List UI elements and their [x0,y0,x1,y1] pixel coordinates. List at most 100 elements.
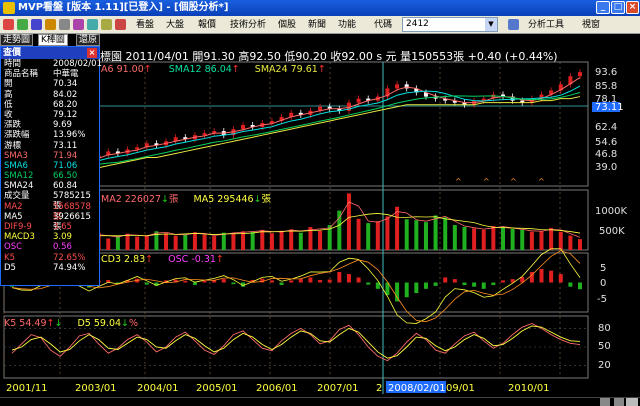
date-tick-label: 2004/01 [137,383,179,394]
legend-osc: OSC -0.31 [168,254,216,265]
osc-bar [289,280,294,283]
volume-bar [260,229,265,250]
price-tick-label: 73.11 [595,102,624,113]
legend-dif: CD3 2.83 [101,254,146,265]
panel-row-label: MACD3 [4,232,35,243]
volume-tick-label: 1000K [595,206,627,217]
legend-macd: CD3 2.83↑ OSC -0.31↑ [101,254,224,265]
candle-body [202,133,207,136]
scroll-left-button[interactable] [600,398,610,406]
panel-row-value: 60.84 [53,181,78,192]
volume-bar [231,233,236,250]
volume-bar [125,233,130,250]
quote-date: 2011/04/01 [125,50,189,63]
low-label: 低 [284,50,296,63]
volume-bar [269,233,274,250]
panel-row: 時間 2008/02/01 [1,59,102,69]
volume-bar [462,226,467,250]
osc-bar [462,282,467,286]
panel-row-value: 3.65 [53,222,72,232]
volume-bar [395,206,400,250]
legend-sma6: A6 91.00 [101,64,144,75]
up-arrow-icon: ↑ [215,254,224,265]
volume-bar [279,230,284,250]
panel-row: 開 70.34 [1,79,99,89]
panel-row-value: 73.11 [53,140,78,151]
panel-row: 收 79.12 [1,110,99,120]
panel-row-label: 游標 [4,140,22,151]
volume-bar [221,232,226,250]
osc-bar [337,271,342,283]
osc-bar [202,280,207,283]
down-arrow-icon: ↓ [253,194,262,205]
legend-price: A6 91.00↑ SMA12 86.04↑ SMA24 79.61↑ [101,64,326,75]
price-tick-label: 46.8 [595,149,617,160]
candle-body [356,98,361,103]
volume-value: 150553 [411,50,454,63]
date-tick-label: 2008/02/01 [388,383,446,394]
k-line [11,322,581,362]
panel-row-value: 71.06 [53,160,78,171]
volume-bar [539,230,544,250]
volume-bar [318,230,323,250]
panel-row-label: 成交量 [4,191,30,202]
scroll-track[interactable] [0,397,640,406]
volume-label: 量 [400,50,412,63]
down-arrow-icon: ↓ [121,318,130,329]
osc-bar [472,282,477,287]
panel-row-label: 低 [4,99,13,110]
up-arrow-icon: ↑ [231,64,240,75]
percent-icon: % [129,318,139,329]
close-icon[interactable]: × [87,48,97,58]
volume-bar [241,231,246,250]
signal-marker: ^ [455,177,462,186]
osc-bar [500,280,505,283]
date-tick-label: 09/01 [446,383,475,394]
panel-row-label: OSC [4,242,23,253]
panel-row-label: 時間 [4,59,22,69]
panel-row: OSC 0.56 [1,242,99,252]
volume-bar [183,234,188,250]
panel-row-label: SMA12 [4,171,34,182]
quote-header: 標園 2011/04/01 開91.30 高92.50 低90.20 收92.0… [100,48,558,64]
scroll-right-button[interactable] [614,398,624,406]
volume-bar [202,234,207,250]
panel-row: 商品名稱 中華電 [1,69,99,79]
panel-row-value: 84.02 [53,89,78,100]
close-label: 收 [330,50,342,63]
stock-name: 標園 [100,50,122,63]
osc-bar [404,282,409,298]
panel-row-label: 漲跌幅 [4,130,30,141]
osc-bar [269,280,274,283]
osc-bar [346,274,351,283]
price-tick-label: 85.8 [595,81,617,92]
up-arrow-icon: ↑ [317,64,326,75]
volume-bar [164,233,169,250]
panel-row: DIF9-9 3.65 [1,222,99,232]
down-arrow-icon: ↓ [54,318,63,329]
volume-bar [375,221,380,250]
date-tick-label: 2003/01 [75,383,117,394]
volume-bar [135,236,140,250]
osc-bar [318,279,323,283]
volume-bar [212,236,217,250]
osc-bar [443,277,448,283]
legend-ma2: MA2 226027 [101,194,162,205]
volume-bar [529,231,534,250]
volume-bar [491,226,496,250]
macd-tick-label: -5 [597,294,607,305]
osc-bar [231,282,236,285]
date-tick-label: 2010/01 [508,383,550,394]
signal-marker: ^ [538,177,545,186]
panel-row: 低 68.20 [1,100,99,110]
candle-body [578,72,582,77]
volume-tick-label: 500K [599,226,625,237]
volume-bar [192,232,197,250]
osc-bar [308,277,313,283]
unit-label: s 元 [376,50,397,63]
osc-bar [491,282,496,286]
scroll-thumb[interactable] [626,398,638,406]
osc-bar [327,279,332,283]
osc-bar [192,282,197,286]
price-tick-label: 62.4 [595,122,617,133]
